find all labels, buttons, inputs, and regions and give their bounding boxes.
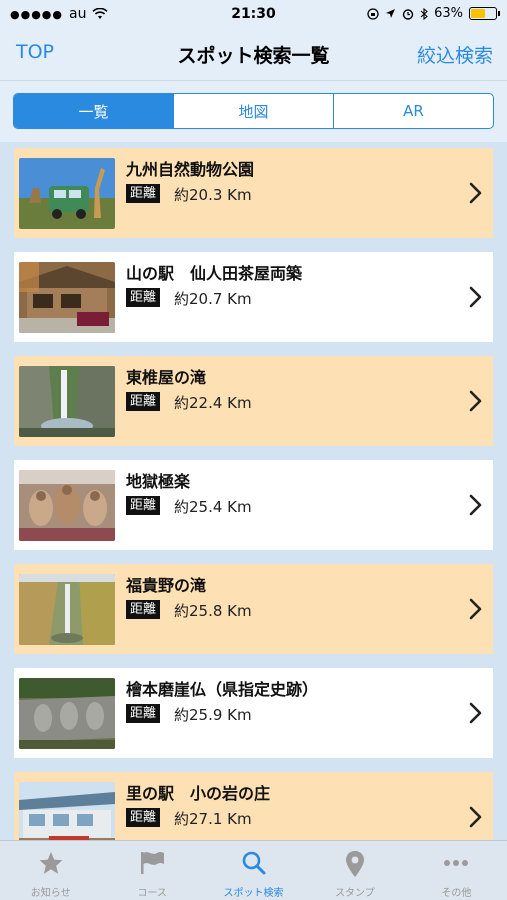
spot-thumbnail [19, 366, 115, 437]
tab-label: スタンプ [335, 888, 375, 899]
view-mode-segmented-control: 一覧 地図 AR [13, 93, 494, 129]
tab-other[interactable]: その他 [406, 841, 507, 900]
spot-list-item[interactable]: 東椎屋の滝距離 約22.4 Km [14, 356, 493, 446]
spot-thumbnail [19, 574, 115, 645]
spot-name: 東椎屋の滝 [126, 368, 207, 387]
bluetooth-icon [420, 7, 428, 20]
tab-course[interactable]: コース [101, 841, 202, 900]
tab-label: スポット検索 [223, 888, 284, 899]
tab-label: お知らせ [30, 888, 71, 899]
distance-label: 距離 [126, 808, 161, 827]
spot-list-item[interactable]: 九州自然動物公園 距離 約20.3 Km [14, 148, 493, 238]
spot-list: 九州自然動物公園 距離 約20.3 Km 山の駅 仙人田茶屋両築 距離 約20.7 Km 東… [0, 142, 507, 840]
chevron-right-icon [469, 702, 482, 724]
spot-name: 里の駅 小の岩の庄 [126, 784, 271, 803]
alarm-icon [402, 8, 414, 20]
spot-thumbnail [19, 782, 115, 840]
chevron-right-icon [469, 494, 482, 516]
spot-thumbnail [19, 158, 115, 229]
distance-label: 距離 [126, 184, 161, 203]
chevron-right-icon [469, 598, 482, 620]
filter-search-button[interactable]: 絞込検索 [417, 41, 493, 68]
spot-name: 檜本磨崖仏（県指定史跡） [126, 680, 319, 699]
chevron-right-icon [469, 806, 482, 828]
status-bar: ●●●●● au 21:30 63% [0, 0, 507, 30]
spot-distance: 約20.3 Km [174, 186, 252, 204]
location-icon [386, 9, 396, 18]
chevron-right-icon [469, 390, 482, 412]
navigation-bar: TOP スポット検索一覧 絞込検索 [0, 30, 507, 80]
tab-notices[interactable]: お知らせ [0, 841, 101, 900]
chevron-right-icon [469, 182, 482, 204]
spot-distance: 約25.8 Km [174, 602, 252, 620]
distance-label: 距離 [126, 704, 161, 723]
spot-thumbnail [19, 262, 115, 333]
screen-lock-icon [367, 7, 379, 20]
spot-distance: 約22.4 Km [174, 394, 252, 412]
tab-label: コース [137, 888, 167, 899]
spot-distance: 約27.1 Km [174, 810, 252, 828]
tab-stamp[interactable]: スタンプ [304, 841, 405, 900]
spot-distance: 約25.9 Km [174, 706, 252, 724]
spot-name: 地獄極楽 [126, 472, 191, 491]
spot-distance: 約25.4 Km [174, 498, 252, 516]
spot-thumbnail [19, 678, 115, 749]
spot-thumbnail [19, 470, 115, 541]
distance-label: 距離 [126, 288, 161, 307]
segment-ar[interactable]: AR [333, 94, 493, 128]
spot-list-item[interactable]: 山の駅 仙人田茶屋両築 距離 約20.7 Km [14, 252, 493, 342]
segment-map[interactable]: 地図 [173, 94, 333, 128]
spot-list-item[interactable]: 檜本磨崖仏（県指定史跡） 距離 約25.9 Km [14, 668, 493, 758]
spot-list-item[interactable]: 福貴野の滝距離 約25.8 Km [14, 564, 493, 654]
spot-list-item[interactable]: 里の駅 小の岩の庄 距離 約27.1 Km [14, 772, 493, 840]
spot-list-item[interactable]: 地獄極楽距離 約25.4 Km [14, 460, 493, 550]
tab-label: その他 [441, 888, 472, 899]
view-mode-bar: 一覧 地図 AR [0, 80, 507, 142]
tab-spot-search[interactable]: スポット検索 [203, 841, 304, 900]
spot-distance: 約20.7 Km [174, 290, 252, 308]
tab-bar: お知らせ コース スポット検索 スタンプ その他 [0, 840, 507, 900]
chevron-right-icon [469, 286, 482, 308]
segment-list[interactable]: 一覧 [14, 94, 173, 128]
spot-name: 山の駅 仙人田茶屋両築 [126, 264, 303, 283]
distance-label: 距離 [126, 392, 161, 411]
distance-label: 距離 [126, 600, 161, 619]
distance-label: 距離 [126, 496, 161, 515]
spot-name: 九州自然動物公園 [126, 160, 255, 179]
battery-percent: 63% [434, 6, 463, 21]
spot-name: 福貴野の滝 [126, 576, 207, 595]
battery-icon [469, 7, 500, 20]
